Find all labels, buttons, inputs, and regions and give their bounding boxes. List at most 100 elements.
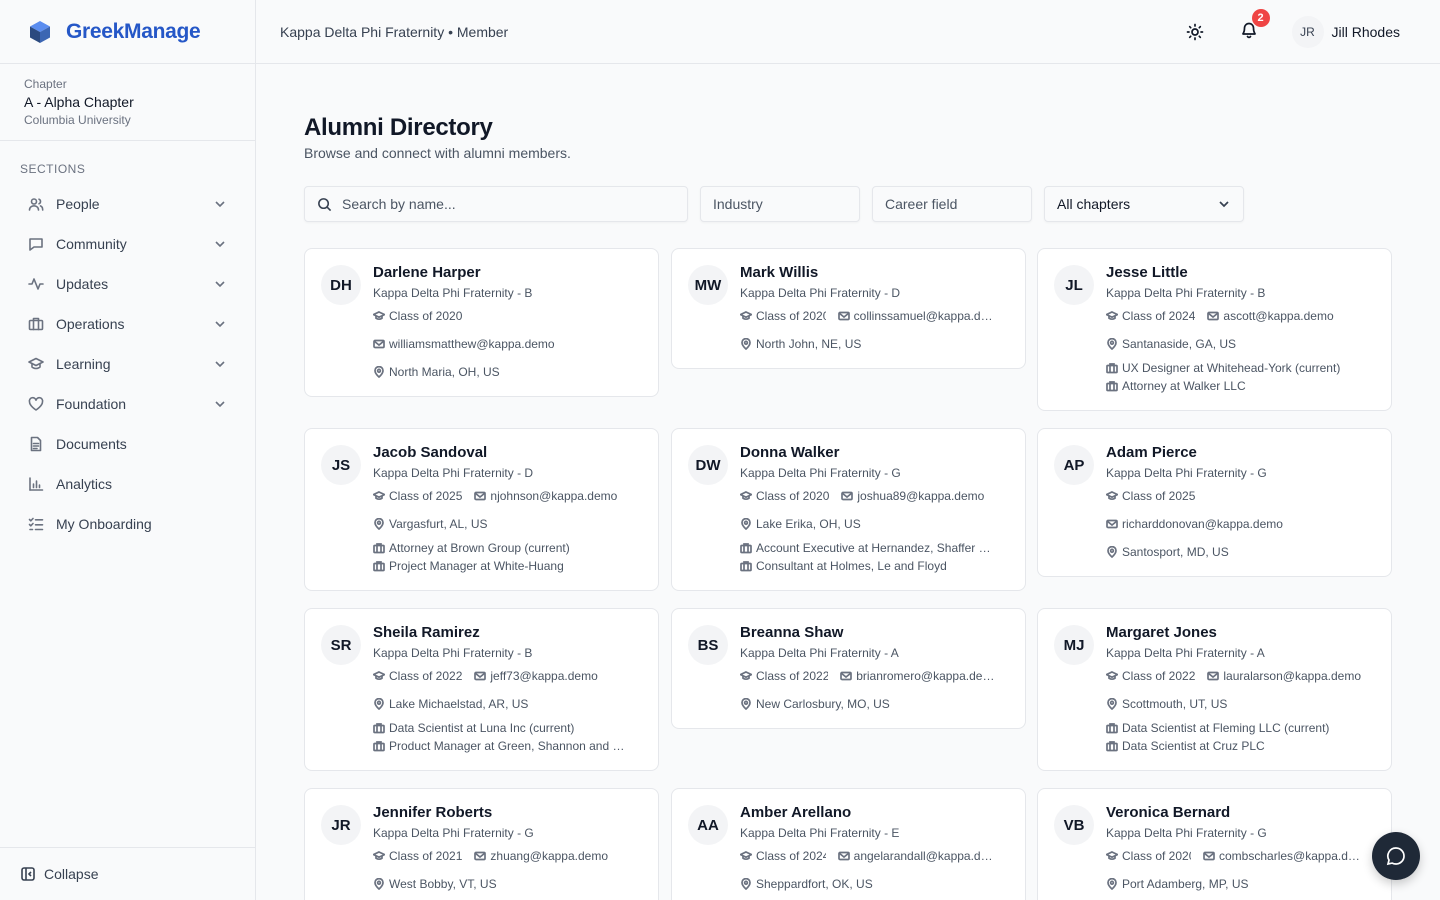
building-icon [373,741,385,752]
map-pin-icon [1107,546,1117,558]
chapter-select[interactable]: All chapters [1044,186,1244,222]
sidebar-item-community[interactable]: Community [0,224,255,264]
page-title: Alumni Directory [304,114,493,141]
job-entry: Data Scientist at Fleming LLC (current) [1106,720,1329,736]
alumni-card[interactable]: AP Adam Pierce Kappa Delta Phi Fraternity … [1037,428,1392,577]
brand[interactable]: GreekManage [0,0,255,64]
building-icon [373,723,385,734]
class-year-text: Class of 2022 [756,669,829,683]
alumni-card[interactable]: JR Jennifer Roberts Kappa Delta Phi Frater… [304,788,659,900]
career-field-input[interactable]: Career field [872,186,1032,222]
sidebar-item-label: Foundation [56,396,127,412]
location-text: Lake Michaelstad, AR, US [389,697,529,711]
chat-button[interactable] [1372,832,1420,880]
mail-icon [1207,671,1220,681]
email-link[interactable]: njohnson@kappa.demo [474,488,617,504]
search-input[interactable]: Search by name... [304,186,688,222]
alumni-name: Jennifer Roberts [373,804,493,821]
alumni-chapter: Kappa Delta Phi Fraternity - A [1106,646,1265,660]
graduation-cap-icon [28,357,44,370]
user-avatar[interactable]: JR [1291,16,1324,48]
email-text: njohnson@kappa.demo [490,489,618,503]
email-link[interactable]: ascott@kappa.demo [1207,308,1334,324]
email-text: collinssamuel@kappa.demo [853,309,997,323]
email-link[interactable]: richarddonovan@kappa.demo [1106,516,1283,532]
sidebar-item-analytics[interactable]: Analytics [0,464,255,504]
alumni-name: Darlene Harper [373,264,481,281]
email-link[interactable]: zhuang@kappa.demo [474,848,608,864]
mail-icon [474,851,487,861]
sidebar-item-documents[interactable]: Documents [0,424,255,464]
email-text: jeff73@kappa.demo [490,669,598,683]
location-text: New Carlosbury, MO, US [756,697,890,711]
industry-input[interactable]: Industry [700,186,860,222]
email-link[interactable]: williamsmatthew@kappa.demo [373,336,555,352]
alumni-card[interactable]: MJ Margaret Jones Kappa Delta Phi Fraterni… [1037,608,1392,771]
job-entry: UX Designer at Whitehead-York (current) [1106,360,1340,376]
alumni-chapter: Kappa Delta Phi Fraternity - E [740,826,900,840]
email-link[interactable]: angelarandall@kappa.demo [837,848,997,864]
alumni-chapter: Kappa Delta Phi Fraternity - D [373,466,534,480]
sidebar-collapse-icon [21,867,35,881]
alumni-name: Jesse Little [1106,264,1188,281]
class-year: Class of 2022 [1106,668,1195,684]
sidebar-item-label: Operations [56,316,125,332]
location-text: West Bobby, VT, US [389,877,497,891]
location: New Carlosbury, MO, US [740,696,890,712]
location: Santosport, MD, US [1106,544,1229,560]
notifications-button[interactable]: 2 [1240,8,1270,44]
alumni-name: Donna Walker [740,444,840,461]
sidebar-item-learning[interactable]: Learning [0,344,255,384]
sidebar-item-people[interactable]: People [0,184,255,224]
job-entry: Project Manager at White-Huang [373,558,564,574]
email-link[interactable]: combscharles@kappa.demo [1203,848,1363,864]
job-entry: Product Manager at Green, Shannon and Fe… [373,738,630,754]
alumni-card[interactable]: SR Sheila Ramirez Kappa Delta Phi Fraterni… [304,608,659,771]
alumni-card[interactable]: DH Darlene Harper Kappa Delta Phi Fraterni… [304,248,659,397]
email-link[interactable]: collinssamuel@kappa.demo [837,308,997,324]
alumni-name: Veronica Bernard [1106,804,1231,821]
sidebar-item-label: Updates [56,276,109,292]
alumni-card[interactable]: BS Breanna Shaw Kappa Delta Phi Fraternity… [671,608,1026,729]
avatar: MW [688,265,728,305]
collapse-button[interactable]: Collapse [0,847,255,900]
alumni-card[interactable]: JL Jesse Little Kappa Delta Phi Fraternity… [1037,248,1392,411]
alumni-card[interactable]: AA Amber Arellano Kappa Delta Phi Fraterni… [671,788,1026,900]
location: Lake Erika, OH, US [740,516,861,532]
email-link[interactable]: jeff73@kappa.demo [474,668,598,684]
chevron-down-icon [215,401,225,408]
avatar: MJ [1054,625,1094,665]
email-link[interactable]: lauralarson@kappa.demo [1207,668,1361,684]
alumni-card[interactable]: VB Veronica Bernard Kappa Delta Phi Frater… [1037,788,1392,900]
job-text: UX Designer at Whitehead-York (current) [1122,361,1341,375]
user-name[interactable]: Jill Rhodes [1332,24,1400,40]
email-text: brianromero@kappa.demo [856,669,997,683]
sidebar-item-updates[interactable]: Updates [0,264,255,304]
graduation-cap-icon [373,491,385,501]
class-year-text: Class of 2024 [756,849,826,863]
sidebar-item-foundation[interactable]: Foundation [0,384,255,424]
location: Port Adamberg, MP, US [1106,876,1249,892]
sidebar-item-operations[interactable]: Operations [0,304,255,344]
email-text: williamsmatthew@kappa.demo [389,337,555,351]
map-pin-icon [1107,878,1117,890]
chevron-down-icon [215,321,225,328]
class-year: Class of 2020 [373,308,462,324]
theme-toggle-sun-icon[interactable] [1186,23,1204,41]
alumni-card[interactable]: JS Jacob Sandoval Kappa Delta Phi Fraterni… [304,428,659,591]
job-entry: Attorney at Brown Group (current) [373,540,570,556]
email-link[interactable]: brianromero@kappa.demo [840,668,997,684]
sidebar-item-my-onboarding[interactable]: My Onboarding [0,504,255,544]
briefcase-icon [28,317,44,331]
location-text: Santosport, MD, US [1122,545,1229,559]
alumni-card[interactable]: MW Mark Willis Kappa Delta Phi Fraternity … [671,248,1026,369]
mail-icon [474,491,487,501]
chapter-selector[interactable]: Chapter A - Alpha Chapter Columbia Unive… [0,64,255,141]
alumni-card[interactable]: DW Donna Walker Kappa Delta Phi Fraternity… [671,428,1026,591]
graduation-cap-icon [1106,851,1118,861]
building-icon [740,543,752,554]
cube-logo-icon [30,20,50,43]
email-link[interactable]: joshua89@kappa.demo [841,488,984,504]
building-icon [1106,381,1118,392]
class-year: Class of 2020 [740,488,829,504]
